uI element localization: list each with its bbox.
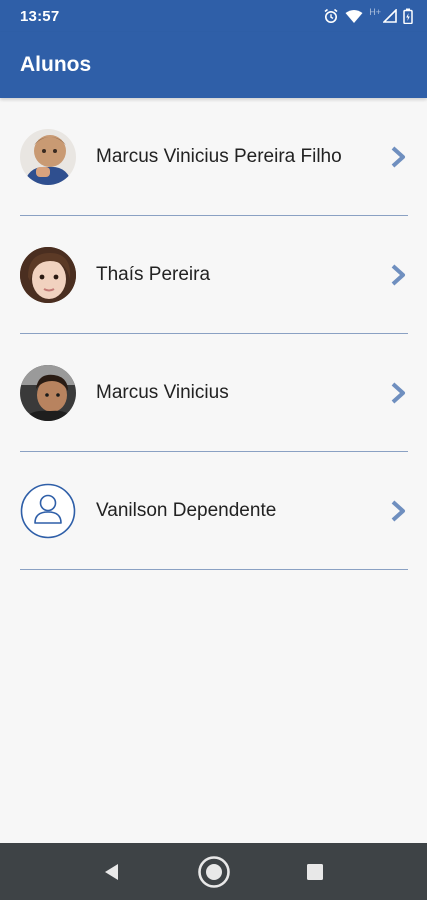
home-button[interactable] xyxy=(184,843,244,900)
student-list: Marcus Vinicius Pereira Filho Thaís Pere… xyxy=(0,98,427,570)
student-name: Marcus Vinicius Pereira Filho xyxy=(96,146,342,167)
page-title: Alunos xyxy=(20,53,92,76)
student-name: Marcus Vinicius xyxy=(96,382,229,403)
app-bar: Alunos xyxy=(0,32,427,98)
wifi-icon xyxy=(345,9,363,24)
home-icon xyxy=(198,855,230,888)
student-name: Thaís Pereira xyxy=(96,264,211,285)
avatar xyxy=(20,129,76,185)
network-type-label: H+ xyxy=(369,7,381,17)
status-bar: 13:57 H+ xyxy=(0,0,427,32)
student-name: Vanilson Dependente xyxy=(96,500,277,521)
back-icon xyxy=(105,863,118,880)
chevron-right-icon xyxy=(391,500,405,522)
avatar xyxy=(20,247,76,303)
chevron-right-icon xyxy=(391,146,405,168)
user-outline-icon xyxy=(20,483,76,539)
avatar xyxy=(20,365,76,421)
list-item[interactable]: Thaís Pereira xyxy=(0,216,427,334)
list-item[interactable]: Vanilson Dependente xyxy=(0,452,427,570)
recents-icon xyxy=(307,863,323,880)
status-icons: H+ xyxy=(323,7,413,24)
list-item[interactable]: Marcus Vinicius Pereira Filho xyxy=(0,98,427,216)
recents-button[interactable] xyxy=(285,843,345,900)
chevron-right-icon xyxy=(391,264,405,286)
list-item[interactable]: Marcus Vinicius xyxy=(0,334,427,452)
chevron-right-icon xyxy=(391,382,405,404)
battery-icon xyxy=(403,8,413,24)
signal-icon xyxy=(383,9,397,23)
alarm-icon xyxy=(323,8,339,24)
status-time: 13:57 xyxy=(20,7,60,25)
navigation-bar xyxy=(0,843,427,900)
back-button[interactable] xyxy=(82,843,142,900)
